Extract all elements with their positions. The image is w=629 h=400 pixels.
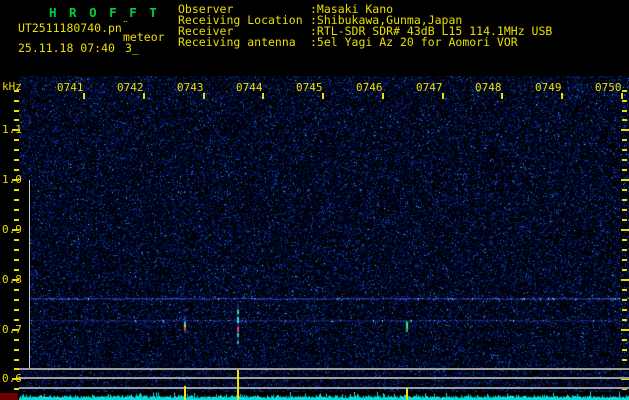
time-tick-label-0745: 0745	[296, 81, 323, 94]
freq-tick-right	[622, 288, 627, 291]
time-tick-label-0742: 0742	[117, 81, 144, 94]
freq-tick-left	[14, 169, 19, 172]
grid-line-2	[19, 377, 629, 379]
freq-tick-right	[622, 199, 627, 202]
output-filename: UT2511180740.pn	[18, 21, 122, 35]
freq-major-tick-right	[621, 278, 629, 281]
plot-left-border	[29, 180, 30, 370]
time-tick-label-0741: 0741	[57, 81, 84, 94]
freq-tick-right	[622, 219, 627, 222]
freq-tick-right	[622, 348, 627, 351]
freq-tick-left	[14, 149, 19, 152]
freq-tick-label-0.9: 0.9	[2, 223, 22, 236]
time-tick-label-0746: 0746	[356, 81, 383, 94]
freq-tick-right	[622, 308, 627, 311]
freq-tick-label-0.8: 0.8	[2, 272, 22, 286]
freq-tick-label-0.6: 0.6	[2, 372, 22, 386]
observation-datetime: 25.11.18 07:40	[18, 41, 115, 55]
freq-tick-right	[622, 149, 627, 152]
time-tick-label-0750: 0750	[595, 81, 622, 94]
time-tick-label-0748: 0748	[475, 81, 502, 94]
freq-tick-label-1.1: 1.1	[2, 123, 22, 137]
time-tick-0749	[561, 93, 563, 99]
freq-major-tick-right	[621, 129, 629, 132]
freq-tick-left	[14, 99, 19, 102]
time-tick-label-0747: 0747	[416, 81, 443, 94]
time-tick-0744	[262, 93, 264, 99]
freq-tick-right	[622, 139, 627, 142]
freq-tick-right	[622, 239, 627, 241]
grid-line-1	[19, 368, 629, 370]
freq-tick-right	[622, 258, 627, 261]
freq-tick-right	[622, 209, 627, 212]
freq-major-tick-right	[621, 328, 629, 331]
info-value-3: :5el Yagi Az 20 for Aomori VOR	[310, 35, 518, 49]
freq-tick-right	[622, 169, 627, 172]
khz-unit-label: kHz	[2, 80, 22, 93]
freq-tick-left	[14, 139, 19, 142]
freq-tick-right	[622, 109, 627, 112]
freq-tick-right	[622, 338, 627, 341]
hrofft-screen: { "header": { "title": "H R O F F T", "f…	[0, 0, 629, 400]
meteor-marker-echo-3	[406, 388, 408, 400]
freq-tick-right	[622, 248, 627, 251]
freq-major-tick-right	[621, 179, 629, 182]
freq-tick-right	[622, 358, 627, 361]
time-tick-0743	[203, 93, 205, 99]
freq-tick-right	[622, 119, 627, 122]
echo-count-cursor: 3_	[125, 41, 139, 55]
freq-tick-right	[622, 298, 627, 301]
freq-tick-right	[622, 89, 627, 92]
signal-level-canvas	[19, 392, 629, 400]
time-tick-0747	[442, 93, 444, 99]
time-tick-0742	[143, 93, 145, 99]
freq-tick-left	[14, 109, 19, 112]
level-strip-left-block	[0, 393, 18, 400]
freq-tick-right	[622, 189, 627, 192]
time-tick-0750	[621, 93, 623, 99]
meteor-marker-echo-1	[184, 386, 186, 400]
time-tick-0748	[501, 93, 503, 99]
freq-tick-left	[14, 119, 19, 122]
time-tick-label-0749: 0749	[535, 81, 562, 94]
time-tick-0745	[322, 93, 324, 99]
app-title: H R O F F T	[49, 5, 160, 20]
spectrogram-canvas	[19, 76, 629, 392]
freq-major-tick-right	[621, 229, 629, 232]
freq-tick-label-1.0: 1.0	[2, 173, 22, 187]
time-tick-0746	[382, 93, 384, 99]
time-tick-label-0744: 0744	[236, 81, 263, 94]
freq-tick-left	[14, 159, 19, 162]
freq-tick-right	[622, 99, 627, 102]
freq-tick-right	[622, 318, 627, 321]
freq-tick-label-0.7: 0.7	[2, 322, 22, 336]
info-label-3: Receiving antenna	[178, 35, 296, 49]
freq-tick-right	[622, 268, 627, 271]
freq-tick-right	[622, 159, 627, 162]
grid-line-3	[19, 387, 629, 389]
time-tick-0741	[83, 93, 85, 99]
time-tick-label-0743: 0743	[177, 81, 204, 94]
meteor-marker-echo-2	[237, 370, 239, 400]
